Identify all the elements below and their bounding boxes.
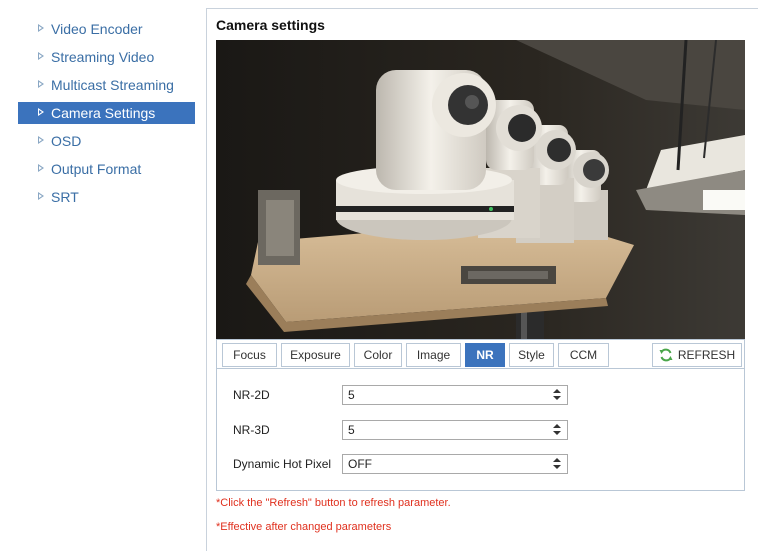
tab-style[interactable]: Style (509, 343, 554, 367)
sidebar-item-camera-settings[interactable]: Camera Settings (18, 102, 195, 124)
triangle-right-icon (38, 52, 44, 60)
select-value: OFF (348, 457, 372, 471)
triangle-right-icon (38, 80, 44, 88)
tab-nr[interactable]: NR (465, 343, 505, 367)
tab-focus[interactable]: Focus (222, 343, 277, 367)
sidebar-item-label: Output Format (51, 161, 142, 177)
sidebar-item-label: Streaming Video (51, 49, 155, 65)
select-value: 5 (348, 388, 355, 402)
select-caret-icon (553, 458, 561, 470)
select-caret-icon (553, 424, 561, 436)
triangle-right-icon (38, 192, 44, 200)
select-caret-icon (553, 389, 561, 401)
tab-color[interactable]: Color (354, 343, 402, 367)
field-label: NR-3D (233, 423, 270, 437)
sidebar-item-streaming-video[interactable]: Streaming Video (18, 46, 195, 68)
sidebar-item-srt[interactable]: SRT (18, 186, 195, 208)
triangle-right-icon (38, 24, 44, 32)
tab-ccm[interactable]: CCM (558, 343, 609, 367)
sidebar-item-video-encoder[interactable]: Video Encoder (18, 18, 195, 40)
camera-preview (216, 40, 745, 339)
triangle-right-icon (38, 136, 44, 144)
page-title: Camera settings (216, 17, 325, 33)
refresh-label: REFRESH (677, 348, 736, 362)
triangle-right-icon (38, 108, 44, 116)
effective-note: *Effective after changed parameters (216, 521, 392, 533)
sidebar-nav: Video Encoder Streaming Video Multicast … (18, 18, 195, 214)
dynamic-hot-pixel-select[interactable]: OFF (342, 454, 568, 474)
sidebar-item-label: Multicast Streaming (51, 77, 174, 93)
nr-3d-select[interactable]: 5 (342, 420, 568, 440)
sidebar-divider (206, 8, 207, 551)
sidebar-item-label: Video Encoder (51, 21, 143, 37)
settings-panel: Focus Exposure Color Image NR Style CCM … (216, 339, 745, 491)
sidebar-item-output-format[interactable]: Output Format (18, 158, 195, 180)
sidebar: Video Encoder Streaming Video Multicast … (0, 0, 206, 551)
field-nr-2d: NR-2D 5 (233, 385, 568, 405)
triangle-right-icon (38, 164, 44, 172)
sidebar-item-label: Camera Settings (51, 105, 156, 121)
refresh-icon (659, 348, 673, 362)
sidebar-item-multicast-streaming[interactable]: Multicast Streaming (18, 74, 195, 96)
sidebar-item-label: SRT (51, 189, 79, 205)
tab-bar: Focus Exposure Color Image NR Style CCM (222, 343, 613, 368)
tab-divider (217, 368, 744, 369)
field-label: Dynamic Hot Pixel (233, 457, 332, 471)
tab-exposure[interactable]: Exposure (281, 343, 350, 367)
refresh-button[interactable]: REFRESH (652, 343, 742, 367)
sidebar-item-label: OSD (51, 133, 82, 149)
nr-2d-select[interactable]: 5 (342, 385, 568, 405)
content-top-border (206, 8, 758, 9)
field-nr-3d: NR-3D 5 (233, 420, 568, 440)
tab-image[interactable]: Image (406, 343, 461, 367)
select-value: 5 (348, 423, 355, 437)
sidebar-item-osd[interactable]: OSD (18, 130, 195, 152)
field-dynamic-hot-pixel: Dynamic Hot Pixel OFF (233, 454, 568, 474)
refresh-note: *Click the "Refresh" button to refresh p… (216, 497, 451, 509)
field-label: NR-2D (233, 388, 270, 402)
